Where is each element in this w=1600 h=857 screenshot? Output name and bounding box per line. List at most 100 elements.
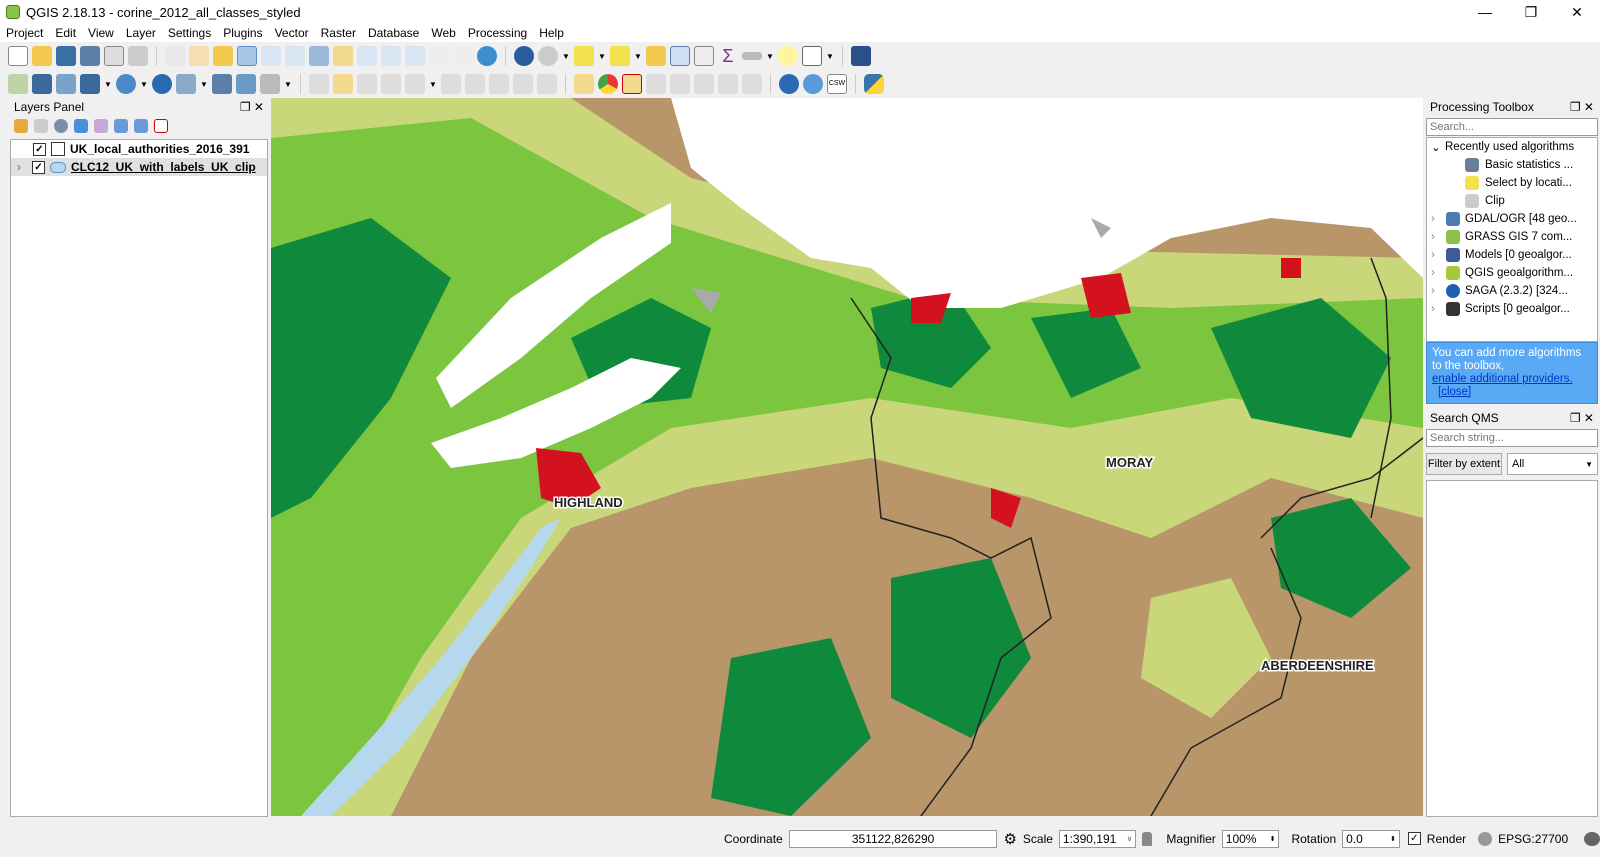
show-bookmarks-icon[interactable]	[453, 46, 473, 66]
menu-database[interactable]: Database	[362, 26, 425, 40]
attribute-table-icon[interactable]	[670, 46, 690, 66]
menu-plugins[interactable]: Plugins	[217, 26, 268, 40]
crs-button[interactable]: EPSG:27700	[1498, 832, 1568, 846]
add-postgis-icon[interactable]	[80, 74, 100, 94]
deselect-icon[interactable]	[646, 46, 666, 66]
field-calculator-icon[interactable]	[694, 46, 714, 66]
label-pin-icon[interactable]	[622, 74, 642, 94]
csw-icon[interactable]: CSW	[827, 74, 847, 94]
tree-item[interactable]: Basic statistics ...	[1431, 156, 1597, 174]
tree-provider[interactable]: › Models [0 geoalgor...	[1431, 246, 1597, 264]
add-delimited-text-icon[interactable]	[56, 74, 76, 94]
composer-manager-icon[interactable]	[128, 46, 148, 66]
label-properties-icon[interactable]	[742, 74, 762, 94]
qms-filter-select[interactable]: All ▼	[1507, 453, 1598, 475]
toggle-extents-icon[interactable]: ⚙	[1003, 830, 1016, 848]
messages-icon[interactable]	[1584, 831, 1600, 846]
menu-web[interactable]: Web	[425, 26, 461, 40]
zoom-next-icon[interactable]	[405, 46, 425, 66]
cut-icon[interactable]	[489, 74, 509, 94]
menu-settings[interactable]: Settings	[162, 26, 217, 40]
new-bookmark-icon[interactable]	[429, 46, 449, 66]
tree-item[interactable]: Select by locati...	[1431, 174, 1597, 192]
layer-visibility-checkbox[interactable]: ✓	[32, 160, 45, 174]
add-vector-layer-icon[interactable]	[8, 74, 28, 94]
identify-icon[interactable]	[514, 46, 534, 66]
node-tool-icon[interactable]	[441, 74, 461, 94]
zoom-layer-icon[interactable]	[357, 46, 377, 66]
measure-icon[interactable]	[742, 52, 762, 60]
move-feature-icon[interactable]	[405, 74, 425, 94]
magnifier-spinbox[interactable]: 100% ⬍	[1221, 829, 1280, 848]
pan-icon[interactable]	[189, 46, 209, 66]
close-info-link[interactable]: [close]	[1438, 386, 1471, 398]
copy-icon[interactable]	[513, 74, 533, 94]
virtual-layer-icon[interactable]	[236, 74, 256, 94]
remove-layer-icon[interactable]	[154, 119, 168, 133]
crs-globe-icon[interactable]	[1478, 831, 1493, 846]
map-canvas[interactable]: HIGHLAND MORAY ABERDEENSHIRE	[271, 98, 1423, 816]
open-project-icon[interactable]	[32, 46, 52, 66]
new-layer-icon[interactable]	[260, 74, 280, 94]
text-annotation-icon[interactable]	[802, 46, 822, 66]
add-feature-icon[interactable]	[381, 74, 401, 94]
delete-selected-icon[interactable]	[465, 74, 485, 94]
layer-item[interactable]: › ✓ CLC12_UK_with_labels_UK_clip	[11, 158, 267, 176]
menu-project[interactable]: Project	[0, 26, 49, 40]
rotation-spinbox[interactable]: 0.0 ⬍	[1342, 829, 1400, 848]
refresh-icon[interactable]	[477, 46, 497, 66]
new-project-icon[interactable]	[8, 46, 28, 66]
lock-scale-icon[interactable]	[1142, 831, 1153, 846]
python-console-icon[interactable]	[864, 74, 884, 94]
menu-layer[interactable]: Layer	[120, 26, 162, 40]
style-manager-icon[interactable]	[14, 119, 28, 133]
collapse-all-icon[interactable]	[134, 119, 148, 133]
show-hide-labels-icon[interactable]	[646, 74, 666, 94]
zoom-in-icon[interactable]	[237, 46, 257, 66]
tree-provider[interactable]: › QGIS geoalgorithm...	[1431, 264, 1597, 282]
menu-vector[interactable]: Vector	[269, 26, 315, 40]
coordinate-field[interactable]: 351122,826290	[788, 829, 998, 848]
add-raster-layer-icon[interactable]	[32, 74, 52, 94]
zoom-native-icon[interactable]	[285, 46, 305, 66]
current-edits-icon[interactable]	[309, 74, 329, 94]
toggle-editing-icon[interactable]	[333, 74, 353, 94]
render-checkbox[interactable]: ✓	[1407, 832, 1421, 845]
expand-chevron-icon[interactable]: ›	[17, 160, 27, 174]
save-edits-icon[interactable]	[357, 74, 377, 94]
add-layer-icon[interactable]	[212, 74, 232, 94]
panel-float-close[interactable]: ❐ ✕	[240, 100, 264, 114]
add-wms-icon[interactable]	[116, 74, 136, 94]
layer-visibility-checkbox[interactable]: ✓	[33, 142, 46, 156]
enable-providers-link[interactable]: enable additional providers.	[1432, 373, 1573, 385]
add-group-icon[interactable]	[34, 119, 48, 133]
tree-provider[interactable]: › SAGA (2.3.2) [324...	[1431, 282, 1597, 300]
tree-group-recent[interactable]: ⌄ Recently used algorithms	[1431, 138, 1597, 156]
zoom-selection-icon[interactable]	[333, 46, 353, 66]
menu-help[interactable]: Help	[533, 26, 570, 40]
diagram-icon[interactable]	[598, 74, 618, 94]
print-composer-icon[interactable]	[104, 46, 124, 66]
expand-all-icon[interactable]	[114, 119, 128, 133]
maximize-button[interactable]: ❐	[1508, 0, 1554, 24]
labeling-icon[interactable]	[574, 74, 594, 94]
select-features-icon[interactable]	[574, 46, 594, 66]
scale-combo[interactable]: 1:390,191 ∨	[1058, 829, 1137, 848]
panel-float-close[interactable]: ❐ ✕	[1570, 100, 1594, 114]
select-by-expression-icon[interactable]	[610, 46, 630, 66]
menu-raster[interactable]: Raster	[315, 26, 362, 40]
qms-search-input[interactable]	[1426, 429, 1598, 447]
add-wfs-icon[interactable]	[152, 74, 172, 94]
touch-zoom-icon[interactable]	[165, 46, 185, 66]
rotate-label-icon[interactable]	[694, 74, 714, 94]
menu-view[interactable]: View	[82, 26, 120, 40]
zoom-out-icon[interactable]	[261, 46, 281, 66]
menu-edit[interactable]: Edit	[49, 26, 82, 40]
save-as-icon[interactable]	[80, 46, 100, 66]
processing-search-input[interactable]	[1426, 118, 1598, 136]
filter-expression-icon[interactable]	[94, 119, 108, 133]
close-button[interactable]: ✕	[1554, 0, 1600, 24]
tree-provider[interactable]: › Scripts [0 geoalgor...	[1431, 300, 1597, 318]
panel-float-close[interactable]: ❐ ✕	[1570, 411, 1594, 425]
tree-provider[interactable]: › GDAL/OGR [48 geo...	[1431, 210, 1597, 228]
